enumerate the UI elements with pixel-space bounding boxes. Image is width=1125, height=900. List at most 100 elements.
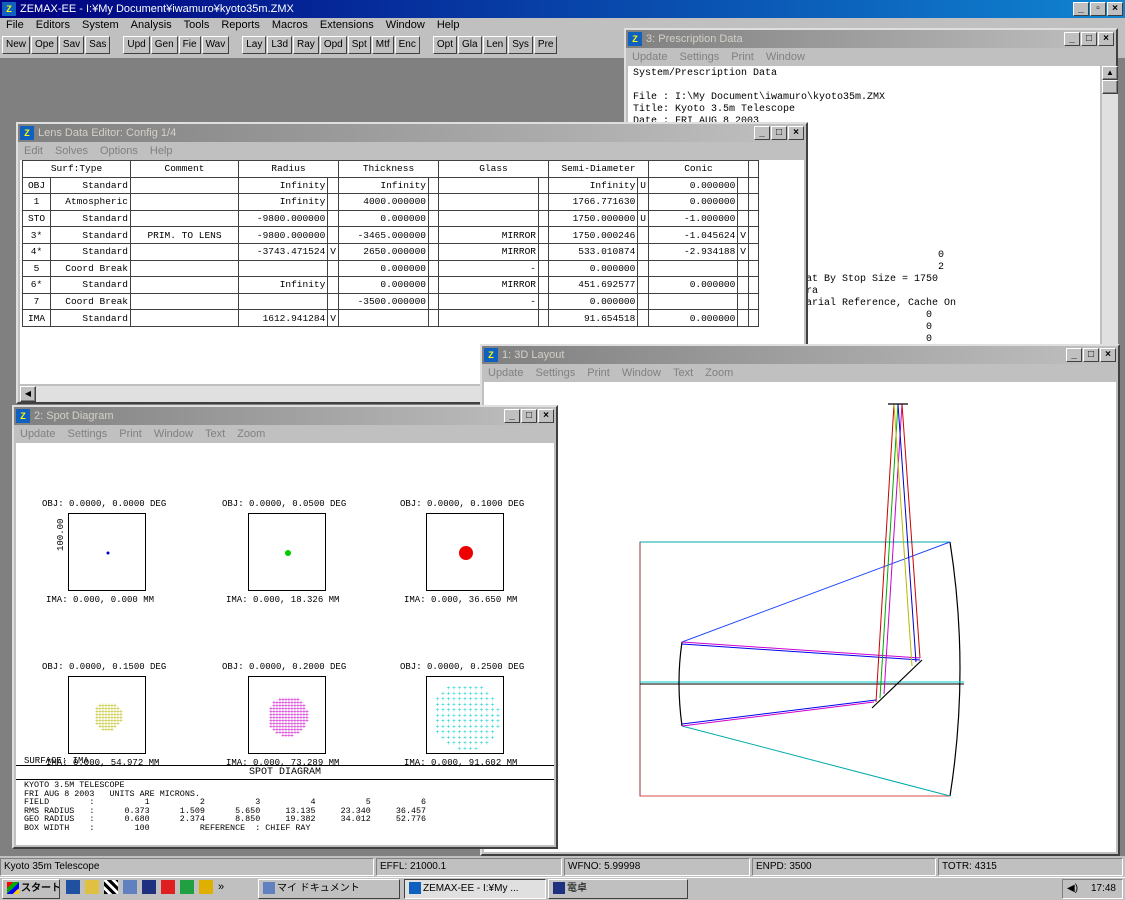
close-icon[interactable]: × bbox=[1107, 2, 1123, 16]
maximize-icon[interactable]: □ bbox=[1083, 348, 1099, 362]
menu-help[interactable]: Help bbox=[431, 19, 466, 31]
minimize-icon[interactable]: _ bbox=[1066, 348, 1082, 362]
toolbar-pre-button[interactable]: Pre bbox=[533, 36, 558, 54]
toolbar-new-button[interactable]: New bbox=[2, 36, 31, 54]
menu-window[interactable]: Window bbox=[760, 51, 811, 63]
cell-thickness-solve[interactable] bbox=[428, 292, 439, 311]
search-icon[interactable] bbox=[123, 880, 137, 894]
column-header-surf-type[interactable]: Surf:Type bbox=[22, 160, 131, 178]
menu-extensions[interactable]: Extensions bbox=[314, 19, 380, 31]
menu-zoom[interactable]: Zoom bbox=[231, 428, 271, 440]
cell-conic-solve[interactable] bbox=[737, 309, 749, 327]
cell-comment[interactable] bbox=[130, 176, 239, 195]
maximize-icon[interactable]: □ bbox=[1081, 32, 1097, 46]
cell-type[interactable]: Standard bbox=[50, 309, 131, 327]
cell-thickness[interactable] bbox=[338, 309, 429, 327]
cell-semi-diameter[interactable]: 1750.000246 bbox=[547, 226, 639, 244]
menu-analysis[interactable]: Analysis bbox=[125, 19, 178, 31]
checker-icon[interactable] bbox=[104, 880, 118, 894]
menu-help[interactable]: Help bbox=[144, 145, 179, 157]
cell-radius-solve[interactable] bbox=[327, 259, 339, 278]
toolbar-l3d-button[interactable]: L3d bbox=[267, 36, 293, 54]
star-app-icon[interactable] bbox=[161, 880, 175, 894]
cell-surface[interactable]: 3* bbox=[22, 226, 51, 244]
cell-surface[interactable]: STO bbox=[22, 209, 51, 228]
cell-glass[interactable]: MIRROR bbox=[438, 226, 539, 244]
cell-radius[interactable]: Infinity bbox=[237, 193, 329, 211]
start-button[interactable]: スタート bbox=[2, 879, 60, 899]
column-header-radius[interactable]: Radius bbox=[238, 160, 339, 178]
menu-system[interactable]: System bbox=[76, 19, 125, 31]
menu-window[interactable]: Window bbox=[380, 19, 431, 31]
cell-comment[interactable] bbox=[130, 193, 239, 211]
cell-radius[interactable] bbox=[237, 292, 329, 311]
menu-edit[interactable]: Edit bbox=[18, 145, 49, 157]
cell-conic-solve[interactable] bbox=[737, 276, 749, 294]
cell-thickness[interactable]: -3465.000000 bbox=[338, 226, 429, 244]
cell-conic[interactable] bbox=[647, 292, 739, 311]
menu-update[interactable]: Update bbox=[626, 51, 673, 63]
cell-surface[interactable]: 4* bbox=[22, 242, 51, 261]
minimize-icon[interactable]: _ bbox=[504, 409, 520, 423]
toolbar-fie-button[interactable]: Fie bbox=[178, 36, 201, 54]
layout3d-window[interactable]: Z 1: 3D Layout _ □ × Update Settings Print… bbox=[480, 344, 1120, 856]
menu-solves[interactable]: Solves bbox=[49, 145, 94, 157]
menu-file[interactable]: File bbox=[0, 19, 30, 31]
toolbar-wav-button[interactable]: Wav bbox=[201, 36, 230, 54]
cell-thickness-solve[interactable] bbox=[428, 209, 439, 228]
cell-radius-solve[interactable] bbox=[327, 292, 339, 311]
cell-comment[interactable] bbox=[130, 242, 239, 261]
menu-print[interactable]: Print bbox=[581, 367, 616, 379]
cell-type[interactable]: Atmospheric bbox=[50, 193, 131, 211]
game-icon[interactable] bbox=[180, 880, 194, 894]
cell-radius[interactable]: Infinity bbox=[237, 276, 329, 294]
menu-window[interactable]: Window bbox=[148, 428, 199, 440]
cell-conic[interactable]: 0.000000 bbox=[647, 193, 739, 211]
cell-semi-diameter[interactable]: 91.654518 bbox=[547, 309, 639, 327]
cell-conic[interactable]: 0.000000 bbox=[647, 276, 739, 294]
cell-glass-solve[interactable] bbox=[538, 259, 549, 278]
menu-update[interactable]: Update bbox=[482, 367, 529, 379]
cell-conic[interactable]: -1.000000 bbox=[647, 209, 739, 228]
close-icon[interactable]: × bbox=[788, 126, 804, 140]
minimize-icon[interactable]: _ bbox=[1064, 32, 1080, 46]
cell-semi-solve[interactable] bbox=[637, 309, 649, 327]
cell-semi-solve[interactable] bbox=[637, 193, 649, 211]
menu-tools[interactable]: Tools bbox=[178, 19, 216, 31]
cell-thickness-solve[interactable] bbox=[428, 226, 439, 244]
cell-conic[interactable]: -2.934188 bbox=[647, 242, 739, 261]
toolbar-mtf-button[interactable]: Mtf bbox=[371, 36, 394, 54]
toolbar-enc-button[interactable]: Enc bbox=[394, 36, 420, 54]
cell-comment[interactable] bbox=[130, 276, 239, 294]
column-header-semi-diameter[interactable]: Semi-Diameter bbox=[548, 160, 649, 178]
scroll-thumb[interactable] bbox=[1102, 80, 1118, 94]
toolbar-len-button[interactable]: Len bbox=[482, 36, 508, 54]
cell-surface[interactable]: IMA bbox=[22, 309, 51, 327]
toolbar-gen-button[interactable]: Gen bbox=[150, 36, 178, 54]
cell-glass[interactable]: MIRROR bbox=[438, 276, 539, 294]
cell-semi-diameter[interactable]: 533.010874 bbox=[547, 242, 639, 261]
column-header-glass[interactable]: Glass bbox=[438, 160, 549, 178]
cell-conic[interactable] bbox=[647, 259, 739, 278]
cell-thickness[interactable]: 0.000000 bbox=[338, 276, 429, 294]
task-zemax[interactable]: ZEMAX-EE - I:¥My ... bbox=[404, 879, 546, 899]
toolbar-sys-button[interactable]: Sys bbox=[508, 36, 533, 54]
cell-glass[interactable] bbox=[438, 176, 539, 195]
menu-settings[interactable]: Settings bbox=[673, 51, 725, 63]
cell-radius-solve[interactable] bbox=[327, 276, 339, 294]
toolbar-sav-button[interactable]: Sav bbox=[58, 36, 85, 54]
cell-radius[interactable]: -9800.000000 bbox=[237, 209, 329, 228]
toolbar-opt-button[interactable]: Opt bbox=[432, 36, 457, 54]
cell-conic[interactable]: 0.000000 bbox=[647, 176, 739, 195]
toolbar-upd-button[interactable]: Upd bbox=[123, 36, 150, 54]
cell-glass[interactable]: MIRROR bbox=[438, 242, 539, 261]
spot-canvas[interactable]: 100.00 SURFACE: IMA SPOT DIAGRAM KYOTO 3… bbox=[16, 443, 554, 845]
cell-radius-solve[interactable] bbox=[327, 193, 339, 211]
cell-glass-solve[interactable] bbox=[538, 242, 549, 261]
calculator-icon[interactable] bbox=[142, 880, 156, 894]
menu-print[interactable]: Print bbox=[725, 51, 760, 63]
cell-conic[interactable]: -1.045624 bbox=[647, 226, 739, 244]
cell-conic-solve[interactable] bbox=[737, 292, 749, 311]
cell-type[interactable]: Standard bbox=[50, 226, 131, 244]
column-header-thickness[interactable]: Thickness bbox=[338, 160, 439, 178]
